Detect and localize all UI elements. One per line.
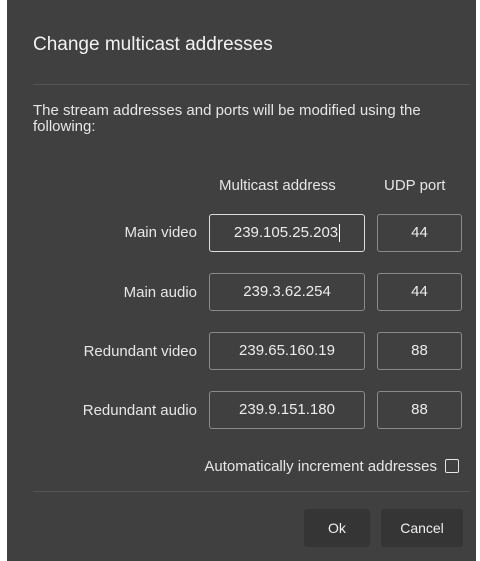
change-multicast-dialog: Change multicast addresses The stream ad… xyxy=(7,0,476,561)
udp-port-header: UDP port xyxy=(384,177,446,194)
ok-button[interactable]: Ok xyxy=(304,509,370,547)
multicast-address-header: Multicast address xyxy=(219,177,336,194)
redundant-audio-label: Redundant audio xyxy=(82,402,197,419)
title-divider xyxy=(33,84,470,85)
redundant-audio-port-input[interactable]: 88 xyxy=(377,391,462,429)
main-video-label: Main video xyxy=(124,224,197,241)
main-video-address-input[interactable]: 239.105.25.203 xyxy=(209,214,365,252)
auto-increment-label: Automatically increment addresses xyxy=(204,458,437,475)
dialog-title: Change multicast addresses xyxy=(33,34,273,55)
cancel-button[interactable]: Cancel xyxy=(381,509,463,547)
redundant-video-address-input[interactable]: 239.65.160.19 xyxy=(209,332,365,370)
main-video-port-input[interactable]: 44 xyxy=(377,214,462,252)
main-audio-label: Main audio xyxy=(123,284,197,301)
main-audio-address-input[interactable]: 239.3.62.254 xyxy=(209,273,365,311)
redundant-video-port-input[interactable]: 88 xyxy=(377,332,462,370)
redundant-audio-address-input[interactable]: 239.9.151.180 xyxy=(209,391,365,429)
main-audio-port-input[interactable]: 44 xyxy=(377,273,462,311)
auto-increment-checkbox[interactable] xyxy=(445,459,459,473)
text-caret xyxy=(339,224,341,243)
footer-divider xyxy=(33,491,470,492)
dialog-description: The stream addresses and ports will be m… xyxy=(33,102,421,135)
redundant-video-label: Redundant video xyxy=(83,343,197,360)
